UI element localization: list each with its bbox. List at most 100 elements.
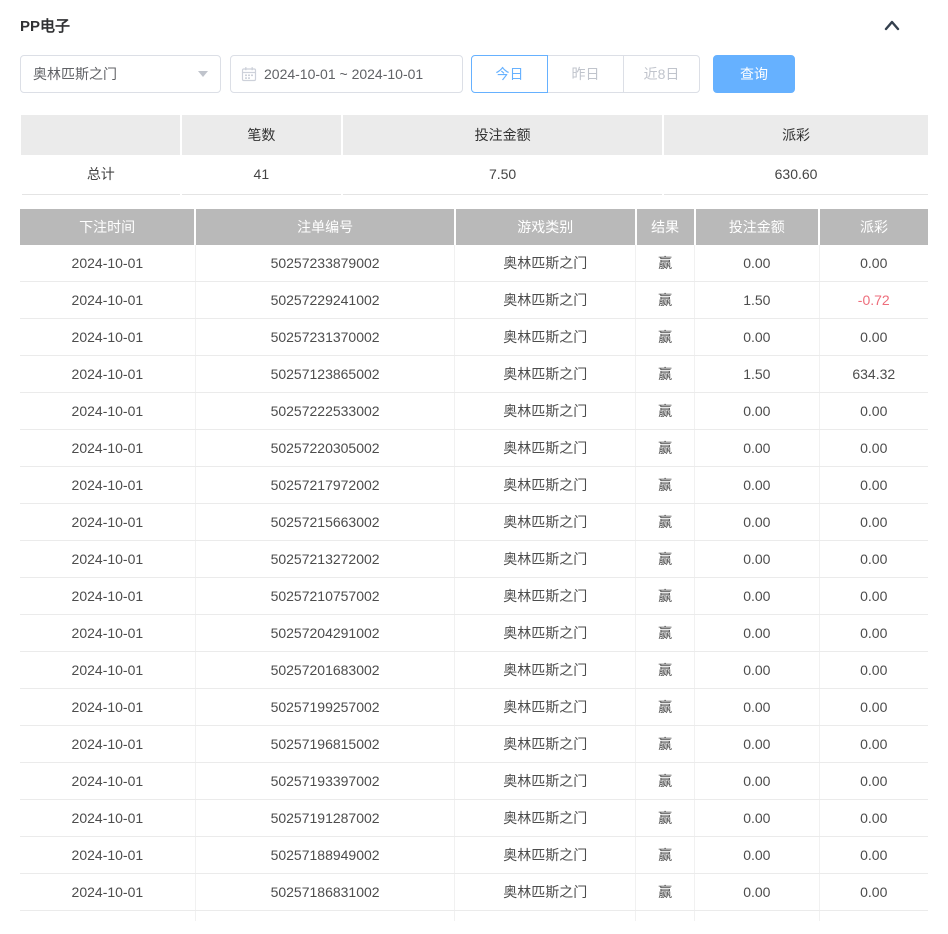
summary-total-payout: 630.60 — [662, 155, 928, 195]
cell-bet-id: 50257222533002 — [195, 392, 456, 430]
cell-bet-id: 50257217972002 — [195, 466, 456, 504]
cell-bet-time: 2024-10-01 — [20, 429, 196, 467]
cell-game-type: 奥林匹斯之门 — [454, 355, 637, 393]
cell-bet-amount: 0.00 — [694, 244, 820, 282]
cell-bet-time: 2024-10-01 — [20, 873, 196, 911]
cell-result: 赢 — [635, 503, 696, 541]
cell-game-type: 奥林匹斯之门 — [454, 688, 637, 726]
cell-bet-time: 2024-10-01 — [20, 392, 196, 430]
cell-bet-id: 50257188949002 — [195, 836, 456, 874]
cell-payout: 0.00 — [819, 577, 928, 615]
cell-bet-id: 50257204291002 — [195, 614, 456, 652]
game-select-value: 奥林匹斯之门 — [33, 66, 117, 82]
cell-payout: 0.00 — [819, 244, 928, 282]
cell-bet-amount: 1.50 — [694, 355, 820, 393]
cell-bet-id: 50257213272002 — [195, 540, 456, 578]
calendar-icon — [241, 66, 257, 82]
cell-payout: 0.00 — [819, 392, 928, 430]
cell-game-type: 奥林匹斯之门 — [454, 614, 637, 652]
cell-bet-time: 2024-10-01 — [20, 651, 196, 689]
table-row: 2024-10-01 50257210757002 奥林匹斯之门赢 0.00 0.00 — [20, 577, 928, 615]
cell-result: 赢 — [635, 614, 696, 652]
today-button[interactable]: 今日 — [471, 55, 548, 93]
cell-result: 赢 — [635, 355, 696, 393]
cell-bet-time: 2024-10-01 — [20, 281, 196, 319]
cell-empty — [195, 910, 456, 921]
cell-bet-id: 50257123865002 — [195, 355, 456, 393]
cell-bet-id: 50257231370002 — [195, 318, 456, 356]
game-select[interactable]: 奥林匹斯之门 — [20, 55, 221, 93]
summary-total-label: 总计 — [20, 155, 181, 195]
cell-game-type: 奥林匹斯之门 — [454, 762, 637, 800]
pp-games-panel: PP电子 奥林匹斯之门 2024-10-01 ~ 2024-10-01 今日 昨… — [0, 0, 948, 921]
yesterday-button[interactable]: 昨日 — [547, 55, 624, 93]
cell-game-type: 奥林匹斯之门 — [454, 466, 637, 504]
cell-bet-time: 2024-10-01 — [20, 799, 196, 837]
cell-bet-time: 2024-10-01 — [20, 318, 196, 356]
cell-result: 赢 — [635, 725, 696, 763]
cell-bet-id: 50257193397002 — [195, 762, 456, 800]
cell-bet-id: 50257191287002 — [195, 799, 456, 837]
cell-bet-time: 2024-10-01 — [20, 244, 196, 282]
cell-bet-time: 2024-10-01 — [20, 836, 196, 874]
cell-bet-amount: 1.50 — [694, 281, 820, 319]
cell-game-type: 奥林匹斯之门 — [454, 503, 637, 541]
cell-payout: 0.00 — [819, 318, 928, 356]
cell-result: 赢 — [635, 540, 696, 578]
cell-bet-time: 2024-10-01 — [20, 688, 196, 726]
cell-bet-time: 2024-10-01 — [20, 577, 196, 615]
cell-game-type: 奥林匹斯之门 — [454, 318, 637, 356]
cell-payout: 0.00 — [819, 614, 928, 652]
cell-bet-time: 2024-10-01 — [20, 540, 196, 578]
table-row: 2024-10-01 50257201683002 奥林匹斯之门赢 0.00 0.00 — [20, 651, 928, 689]
date-range-value: 2024-10-01 ~ 2024-10-01 — [264, 66, 424, 82]
cell-result: 赢 — [635, 799, 696, 837]
cell-result: 赢 — [635, 244, 696, 282]
cell-payout: 0.00 — [819, 762, 928, 800]
cell-payout: 0.00 — [819, 725, 928, 763]
table-row: 2024-10-01 50257222533002 奥林匹斯之门赢 0.00 0.00 — [20, 392, 928, 430]
cell-bet-time: 2024-10-01 — [20, 725, 196, 763]
table-row: 2024-10-01 50257231370002 奥林匹斯之门赢 0.00 0.00 — [20, 318, 928, 356]
table-row: 2024-10-01 50257220305002 奥林匹斯之门赢 0.00 0.00 — [20, 429, 928, 467]
cell-bet-amount: 0.00 — [694, 762, 820, 800]
cell-payout: 0.00 — [819, 873, 928, 911]
cell-bet-amount: 0.00 — [694, 614, 820, 652]
cell-payout: 0.00 — [819, 651, 928, 689]
cell-bet-amount: 0.00 — [694, 688, 820, 726]
column-header-result: 结果 — [634, 208, 695, 245]
cell-game-type: 奥林匹斯之门 — [454, 725, 637, 763]
table-row: 2024-10-01 50257229241002 奥林匹斯之门赢 1.50 -0.72 — [20, 281, 928, 319]
cell-game-type: 奥林匹斯之门 — [454, 836, 637, 874]
summary-header-count: 笔数 — [179, 115, 343, 155]
collapse-button[interactable] — [878, 13, 906, 37]
cell-result: 赢 — [635, 873, 696, 911]
cell-bet-amount: 0.00 — [694, 429, 820, 467]
summary-table: 笔数 投注金额 派彩 总计 41 7.50 630.60 — [20, 115, 928, 195]
cell-bet-id: 50257186831002 — [195, 873, 456, 911]
summary-total-count: 41 — [179, 155, 343, 195]
search-button[interactable]: 查询 — [713, 55, 795, 93]
quick-date-button-group: 今日 昨日 近8日 — [471, 55, 700, 93]
cell-game-type: 奥林匹斯之门 — [454, 244, 637, 282]
table-row: 2024-10-01 50257213272002 奥林匹斯之门赢 0.00 0.00 — [20, 540, 928, 578]
summary-header-empty — [21, 115, 181, 155]
cell-bet-id: 50257233879002 — [195, 244, 456, 282]
table-row: 2024-10-01 50257215663002 奥林匹斯之门赢 0.00 0.00 — [20, 503, 928, 541]
table-row: 2024-10-01 50257123865002 奥林匹斯之门赢 1.50 634.3… — [20, 355, 928, 393]
cell-game-type: 奥林匹斯之门 — [454, 429, 637, 467]
cell-empty — [819, 910, 928, 921]
cell-game-type: 奥林匹斯之门 — [454, 873, 637, 911]
cell-payout: 0.00 — [819, 799, 928, 837]
date-range-input[interactable]: 2024-10-01 ~ 2024-10-01 — [230, 55, 463, 93]
cell-game-type: 奥林匹斯之门 — [454, 540, 637, 578]
cell-result: 赢 — [635, 318, 696, 356]
cell-bet-amount: 0.00 — [694, 725, 820, 763]
last8days-button[interactable]: 近8日 — [623, 55, 700, 93]
table-row: 2024-10-01 50257233879002 奥林匹斯之门赢 0.00 0.00 — [20, 244, 928, 282]
table-row: 2024-10-01 50257204291002 奥林匹斯之门赢 0.00 0.00 — [20, 614, 928, 652]
cell-payout: 0.00 — [819, 540, 928, 578]
cell-payout: 0.00 — [819, 503, 928, 541]
table-row: 2024-10-01 50257186831002 奥林匹斯之门赢 0.00 0.00 — [20, 873, 928, 911]
cell-empty — [454, 910, 637, 921]
